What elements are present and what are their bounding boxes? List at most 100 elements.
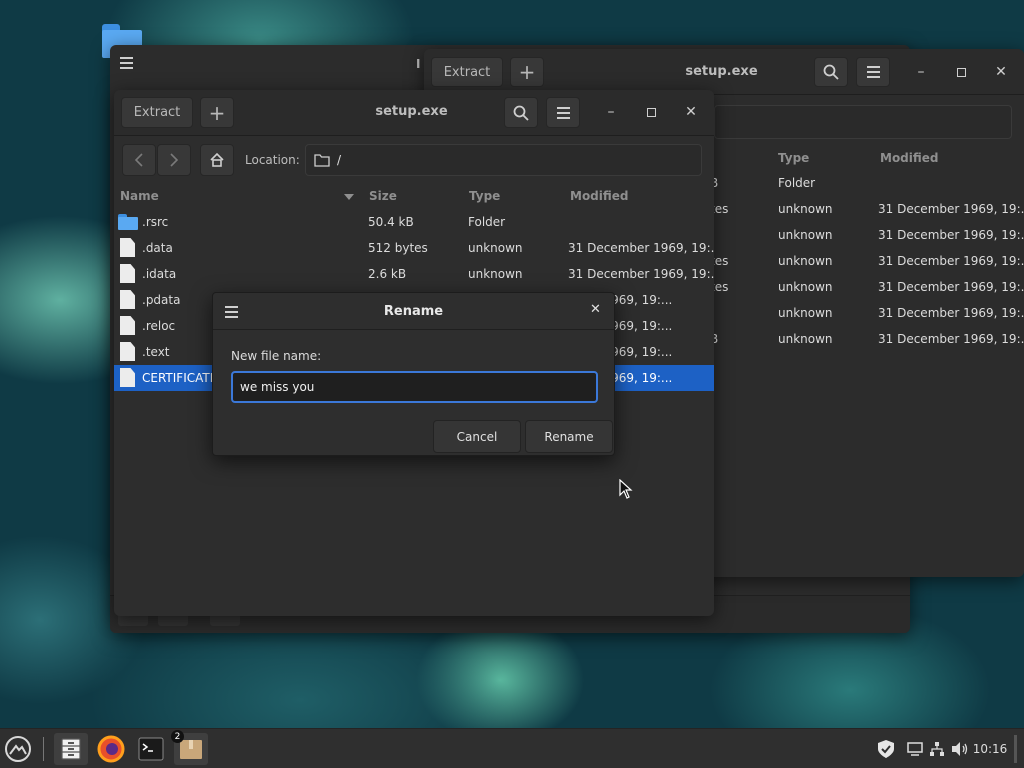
- window-title: setup.exe: [375, 104, 448, 119]
- file-cabinet-icon: [61, 738, 81, 760]
- menu-icon: [866, 66, 880, 78]
- sort-descending-icon: [344, 194, 354, 200]
- close-icon[interactable]: ✕: [590, 302, 601, 317]
- firefox-icon: [97, 735, 125, 763]
- file-icon: [120, 264, 135, 283]
- minimize-button[interactable]: –: [910, 61, 932, 83]
- window-title-fragment: I: [416, 57, 421, 71]
- security-tray-button[interactable]: [874, 733, 898, 765]
- file-name: .rsrc: [142, 215, 169, 229]
- chevron-right-icon: [170, 153, 179, 167]
- forward-button[interactable]: [157, 144, 191, 176]
- column-header-name[interactable]: Name: [120, 189, 159, 203]
- location-label: Location:: [245, 153, 300, 167]
- file-modified: 31 December 1969, 19:...: [878, 332, 1024, 346]
- file-icon: [120, 316, 135, 335]
- file-manager-launcher[interactable]: [54, 733, 88, 765]
- add-button[interactable]: +: [510, 57, 544, 87]
- file-type: Folder: [468, 215, 506, 229]
- back-button[interactable]: [122, 144, 156, 176]
- maximize-button[interactable]: [640, 101, 662, 123]
- network-tray-button[interactable]: [927, 733, 947, 765]
- monitor-icon: [907, 742, 923, 756]
- file-type: unknown: [778, 332, 833, 346]
- file-modified: 31 December 1969, 19:...: [568, 267, 714, 281]
- file-modified: 31 December 1969, 19:...: [878, 306, 1024, 320]
- column-header-modified[interactable]: Modified: [570, 189, 629, 203]
- volume-tray-button[interactable]: [950, 733, 970, 765]
- search-button[interactable]: [504, 97, 538, 128]
- terminal-icon: [138, 737, 164, 761]
- navigation-bar: Location: /: [114, 136, 714, 184]
- notification-badge: 2: [171, 730, 184, 743]
- file-modified: 31 December 1969, 19:...: [878, 202, 1024, 216]
- file-icon: [120, 368, 135, 387]
- home-button[interactable]: [200, 144, 234, 176]
- location-path: /: [337, 153, 342, 167]
- rename-dialog: Rename ✕ New file name: Cancel Rename: [212, 292, 615, 456]
- file-name: .data: [142, 241, 173, 255]
- chevron-left-icon: [134, 153, 143, 167]
- titlebar: Extract + setup.exe – ✕: [424, 49, 1024, 95]
- extract-button[interactable]: Extract: [121, 97, 193, 128]
- file-name: .text: [142, 345, 170, 359]
- extract-button[interactable]: Extract: [431, 57, 503, 87]
- menu-icon[interactable]: [120, 57, 133, 69]
- new-file-name-label: New file name:: [231, 349, 322, 363]
- close-button[interactable]: ✕: [990, 61, 1012, 83]
- window-title: setup.exe: [685, 64, 758, 79]
- column-header-type[interactable]: Type: [778, 151, 809, 165]
- file-type: unknown: [778, 306, 833, 320]
- mountain-logo-icon: [5, 736, 31, 762]
- titlebar: Extract + setup.exe – ✕: [114, 90, 714, 136]
- menu-button[interactable]: [856, 57, 890, 87]
- minimize-button[interactable]: –: [600, 101, 622, 123]
- file-name: .pdata: [142, 293, 181, 307]
- app-menu-button[interactable]: [2, 733, 34, 765]
- file-row[interactable]: .rsrc 50.4 kB Folder: [114, 209, 714, 235]
- file-row[interactable]: .idata 2.6 kB unknown 31 December 1969, 19:…: [114, 261, 714, 287]
- clock[interactable]: 10:16: [972, 733, 1008, 765]
- rename-button[interactable]: Rename: [525, 420, 613, 453]
- file-modified: 31 December 1969, 19:...: [878, 228, 1024, 242]
- speaker-icon: [952, 742, 968, 756]
- file-icon: [120, 290, 135, 309]
- location-bar[interactable]: [714, 105, 1012, 139]
- maximize-button[interactable]: [950, 61, 972, 83]
- firefox-launcher[interactable]: [94, 733, 128, 765]
- file-size: 512 bytes: [368, 241, 428, 255]
- file-type: unknown: [778, 280, 833, 294]
- archive-manager-launcher[interactable]: 2: [171, 730, 208, 765]
- home-icon: [210, 152, 224, 167]
- folder-icon: [118, 214, 138, 230]
- cancel-button[interactable]: Cancel: [433, 420, 521, 453]
- file-type: unknown: [468, 267, 523, 281]
- file-type: Folder: [778, 176, 816, 190]
- location-field[interactable]: /: [305, 144, 702, 176]
- column-header-type[interactable]: Type: [469, 189, 500, 203]
- show-desktop-handle[interactable]: [1014, 735, 1017, 763]
- network-icon: [930, 742, 944, 756]
- folder-outline-icon: [314, 154, 330, 167]
- menu-button[interactable]: [546, 97, 580, 128]
- menu-icon: [556, 106, 570, 119]
- file-row[interactable]: .data 512 bytes unknown 31 December 1969, 1…: [114, 235, 714, 261]
- terminal-launcher[interactable]: [134, 733, 168, 765]
- close-button[interactable]: ✕: [680, 101, 702, 123]
- file-type: unknown: [778, 228, 833, 242]
- file-name-input[interactable]: [231, 371, 598, 403]
- file-size: 50.4 kB: [368, 215, 414, 229]
- search-button[interactable]: [814, 57, 848, 87]
- file-modified: 31 December 1969, 19:...: [878, 280, 1024, 294]
- search-icon: [513, 105, 529, 121]
- add-button[interactable]: +: [200, 97, 234, 128]
- column-header-size[interactable]: Size: [369, 189, 397, 203]
- taskbar: 2 10:16: [0, 728, 1024, 768]
- file-icon: [120, 342, 135, 361]
- column-header-modified[interactable]: Modified: [880, 151, 939, 165]
- display-tray-button[interactable]: [905, 733, 925, 765]
- file-modified: 31 December 1969, 19:...: [568, 241, 714, 255]
- file-name: .reloc: [142, 319, 176, 333]
- file-size: 2.6 kB: [368, 267, 407, 281]
- file-type: unknown: [468, 241, 523, 255]
